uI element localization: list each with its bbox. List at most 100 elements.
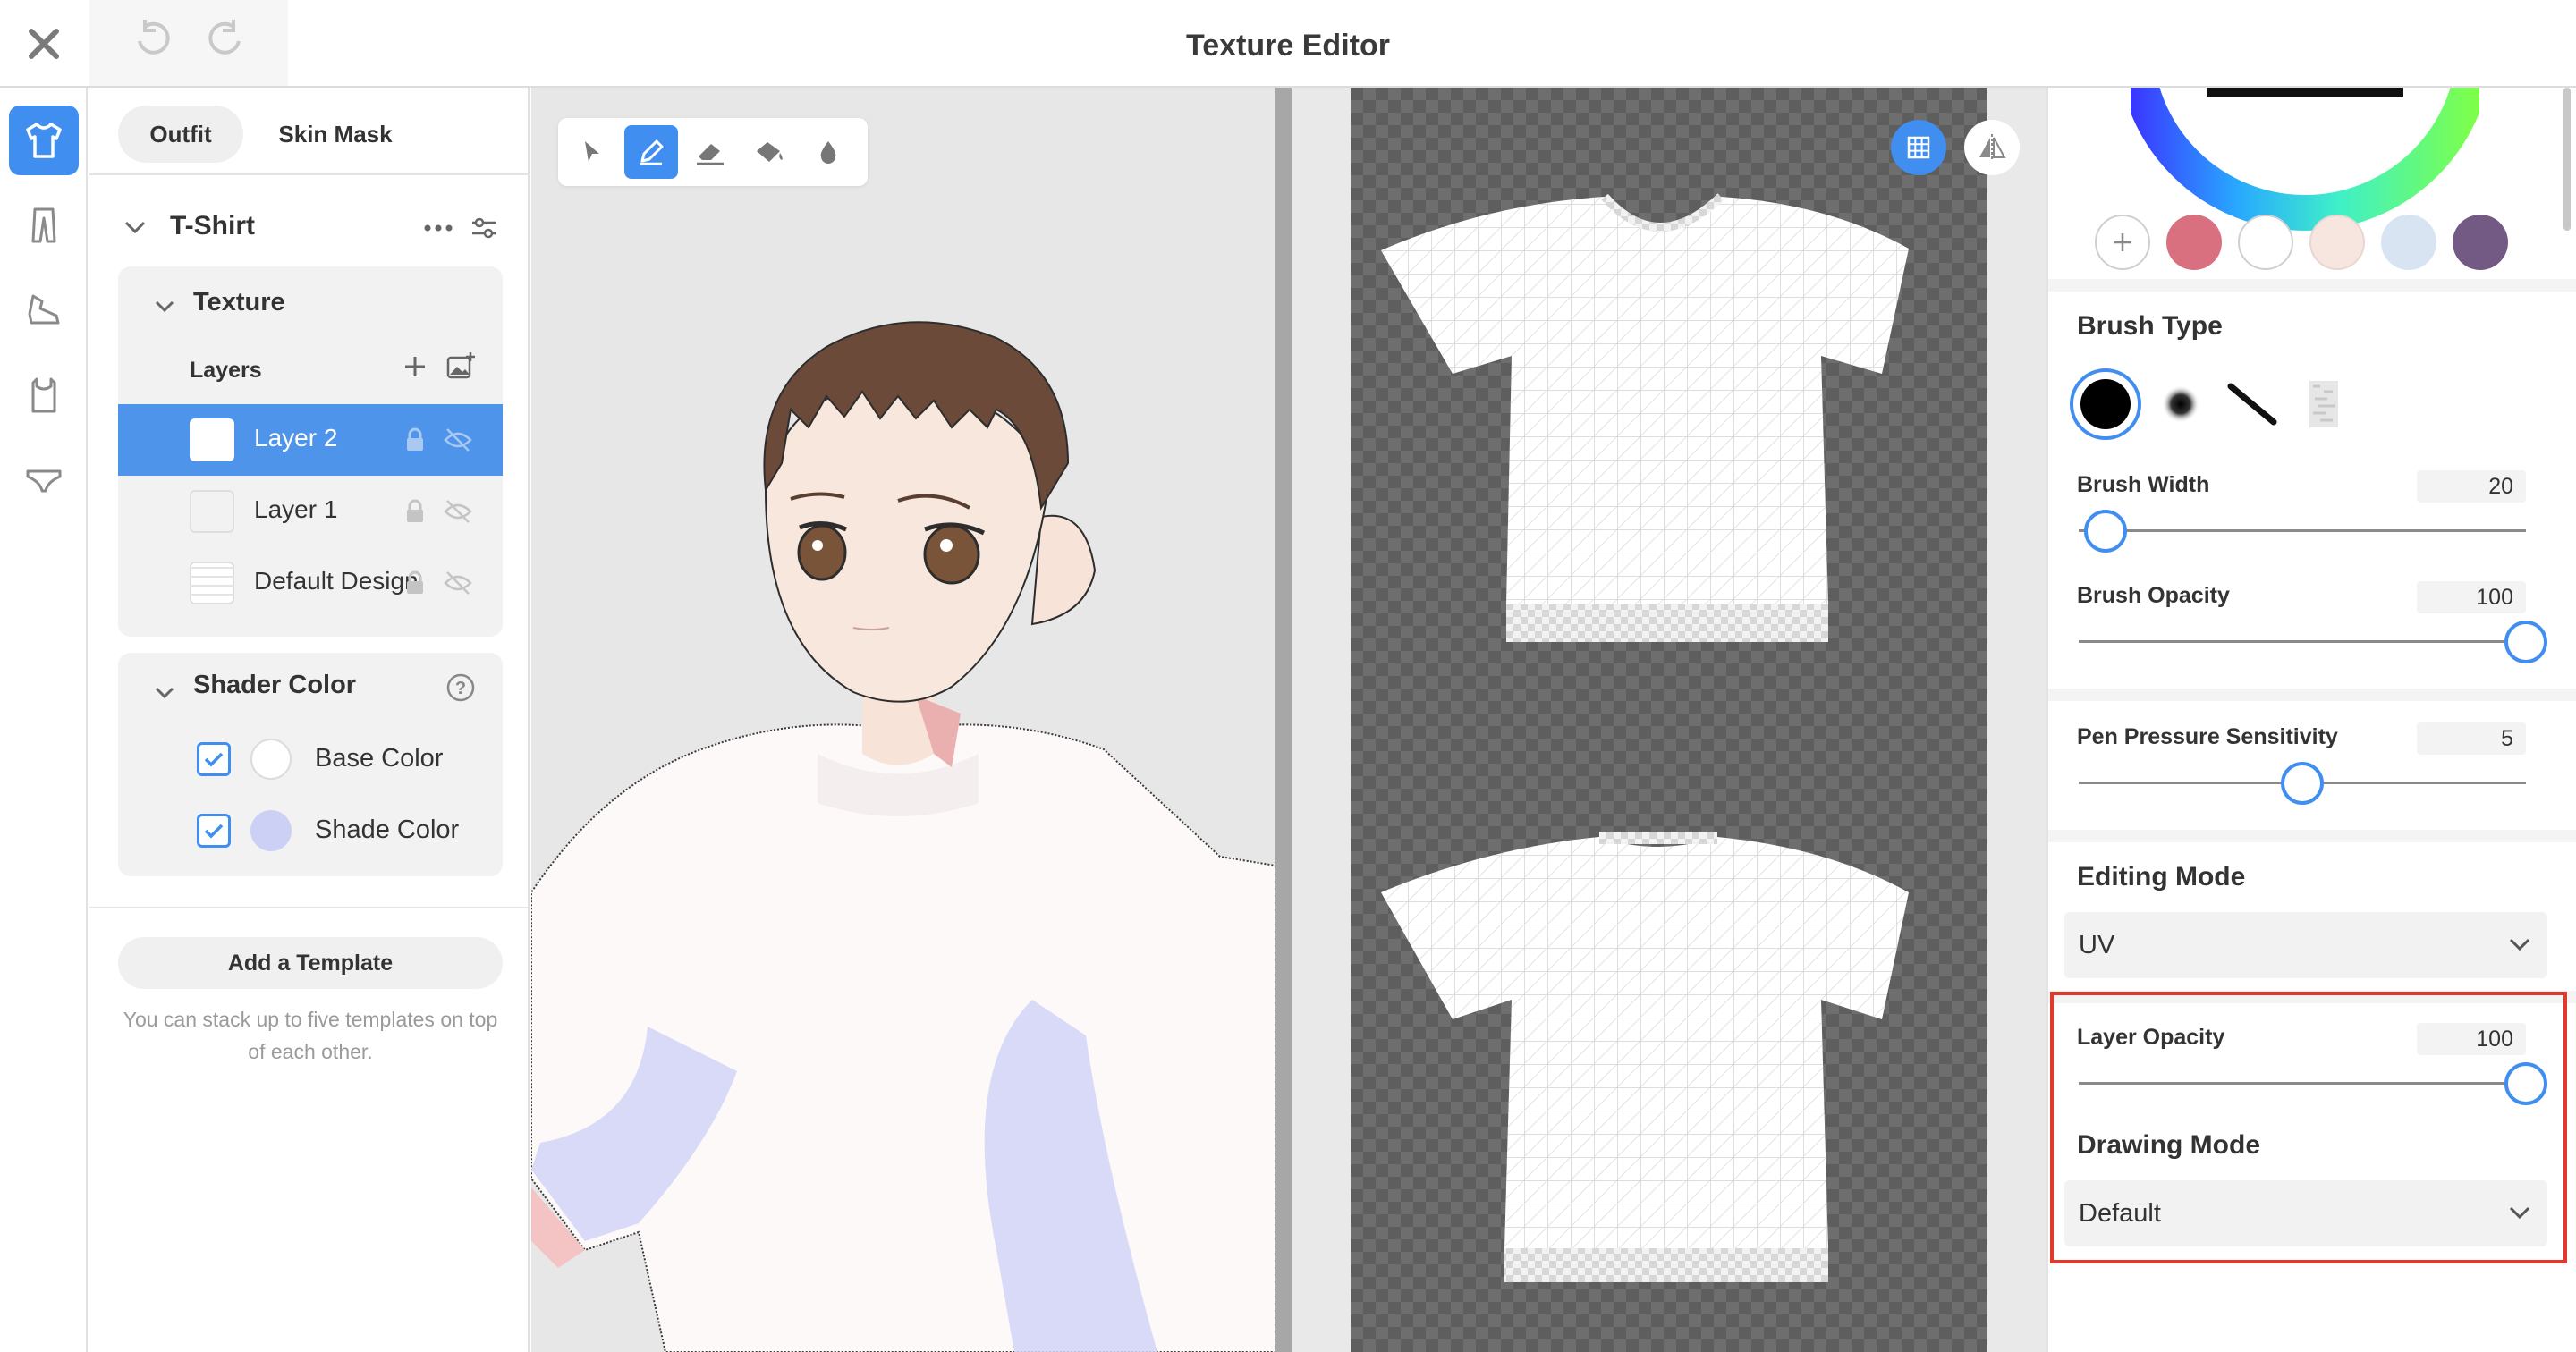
rail-item-underwear[interactable] xyxy=(9,445,79,515)
close-button[interactable] xyxy=(0,0,88,88)
help-icon[interactable]: ? xyxy=(445,672,476,703)
section-divider xyxy=(2048,279,2576,292)
shader-color-title: Shader Color xyxy=(193,671,357,699)
lock-icon[interactable] xyxy=(404,570,426,596)
avatar-model xyxy=(531,321,1275,1352)
brush-opacity-value[interactable]: 100 xyxy=(2417,581,2526,613)
rail-item-bottoms[interactable] xyxy=(9,190,79,260)
texture-card: Texture Layers Layer 2 Layer 1 Default D… xyxy=(118,266,503,637)
add-swatch-button[interactable] xyxy=(2095,215,2150,270)
visibility-off-icon[interactable] xyxy=(444,570,472,596)
layers-label: Layers xyxy=(190,358,262,383)
brush-width-knob[interactable] xyxy=(2084,510,2127,553)
divider xyxy=(89,907,530,908)
base-color-checkbox[interactable] xyxy=(197,742,231,776)
brush-type-texture[interactable] xyxy=(2295,376,2352,433)
palette-swatch[interactable] xyxy=(2238,215,2293,270)
adjust-icon[interactable] xyxy=(470,215,497,241)
shade-color-label: Shade Color xyxy=(315,815,460,844)
brush-type-line[interactable] xyxy=(2224,376,2281,433)
plus-icon xyxy=(2114,233,2131,251)
tank-top-icon xyxy=(31,377,56,413)
shoe-icon xyxy=(28,294,60,325)
uv-layout xyxy=(1381,193,1909,1282)
palette-swatch[interactable] xyxy=(2309,215,2365,270)
add-template-button[interactable]: Add a Template xyxy=(118,937,503,989)
brush-width-track[interactable] xyxy=(2079,529,2526,532)
palette-swatch[interactable] xyxy=(2381,215,2436,270)
pants-icon xyxy=(31,207,56,243)
texture-brush-icon xyxy=(2309,381,2338,427)
undo-icon xyxy=(137,19,170,55)
panel-tabs: Outfit Skin Mask xyxy=(89,88,530,175)
visibility-off-icon[interactable] xyxy=(444,499,472,524)
section-divider xyxy=(2048,689,2576,701)
checkmark-icon xyxy=(204,752,224,767)
solid-brush-icon xyxy=(2080,379,2131,429)
tshirt-icon xyxy=(26,123,62,158)
rail-item-innerwear[interactable] xyxy=(9,360,79,430)
layer-row-layer-2[interactable]: Layer 2 xyxy=(118,404,503,476)
grid-icon xyxy=(1907,136,1930,159)
symmetry-toggle[interactable] xyxy=(1964,120,2020,175)
layers-panel: Outfit Skin Mask T-Shirt Texture Layers xyxy=(89,88,530,1352)
item-title: T-Shirt xyxy=(170,211,255,241)
window-title: Texture Editor xyxy=(1186,29,1390,63)
soft-brush-icon xyxy=(2162,385,2199,423)
shader-color-card: Shader Color ? Base Color Shade Color xyxy=(118,653,503,876)
rail-item-tops[interactable] xyxy=(9,106,79,175)
visibility-off-icon[interactable] xyxy=(444,427,472,452)
model-viewport[interactable] xyxy=(531,88,1275,1352)
uv-grid-toggle[interactable] xyxy=(1891,120,1946,175)
editing-mode-select[interactable]: UV xyxy=(2064,912,2547,978)
editing-mode-title: Editing Mode xyxy=(2077,862,2246,891)
add-layer-icon[interactable] xyxy=(402,354,428,379)
pen-pressure-knob[interactable] xyxy=(2281,762,2324,805)
brush-opacity-track[interactable] xyxy=(2079,640,2526,643)
shade-color-swatch[interactable] xyxy=(250,810,292,851)
top-bar: Texture Editor xyxy=(0,0,2576,88)
line-brush-icon xyxy=(2227,383,2277,426)
layer-thumbnail xyxy=(190,490,234,533)
lock-icon[interactable] xyxy=(404,499,426,524)
brush-width-value[interactable]: 20 xyxy=(2417,470,2526,503)
chevron-down-icon xyxy=(2509,938,2530,951)
chevron-down-icon[interactable] xyxy=(154,685,175,701)
brush-width-label: Brush Width xyxy=(2077,472,2210,497)
layer-name: Layer 1 xyxy=(254,495,338,523)
layer-name: Layer 2 xyxy=(254,424,338,452)
texture-title: Texture xyxy=(193,288,285,317)
undo-button[interactable] xyxy=(132,18,174,69)
svg-text:?: ? xyxy=(455,679,466,698)
category-rail xyxy=(0,88,88,1352)
layer-row-layer-1[interactable]: Layer 1 xyxy=(118,476,503,547)
viewport-divider[interactable] xyxy=(1275,88,1292,1352)
highlight-box xyxy=(2050,992,2567,1263)
close-icon xyxy=(29,29,59,59)
more-icon[interactable] xyxy=(424,224,453,232)
shade-color-checkbox[interactable] xyxy=(197,814,231,848)
brush-opacity-knob[interactable] xyxy=(2504,621,2547,663)
palette-swatch[interactable] xyxy=(2166,215,2222,270)
rail-item-shoes[interactable] xyxy=(9,275,79,345)
section-divider xyxy=(2048,830,2576,842)
add-image-icon[interactable] xyxy=(445,351,476,381)
uv-editor[interactable] xyxy=(1292,88,2046,1352)
palette-swatch[interactable] xyxy=(2453,215,2508,270)
brush-type-soft[interactable] xyxy=(2152,376,2209,433)
panel-scrollbar[interactable] xyxy=(2563,88,2571,231)
redo-button[interactable] xyxy=(205,18,246,69)
history-controls xyxy=(89,0,288,86)
base-color-swatch[interactable] xyxy=(250,739,292,780)
chevron-down-icon[interactable] xyxy=(154,299,175,315)
item-header: T-Shirt xyxy=(116,202,510,256)
pen-pressure-value[interactable]: 5 xyxy=(2417,722,2526,755)
lock-icon[interactable] xyxy=(404,427,426,452)
tab-outfit[interactable]: Outfit xyxy=(118,106,243,163)
tab-skin-mask[interactable]: Skin Mask xyxy=(259,106,411,163)
chevron-down-icon[interactable] xyxy=(123,218,147,236)
redo-icon xyxy=(208,19,241,55)
layer-row-default-design[interactable]: Default Design xyxy=(118,547,503,619)
layer-thumbnail xyxy=(190,562,234,604)
brush-type-solid[interactable] xyxy=(2070,368,2141,440)
